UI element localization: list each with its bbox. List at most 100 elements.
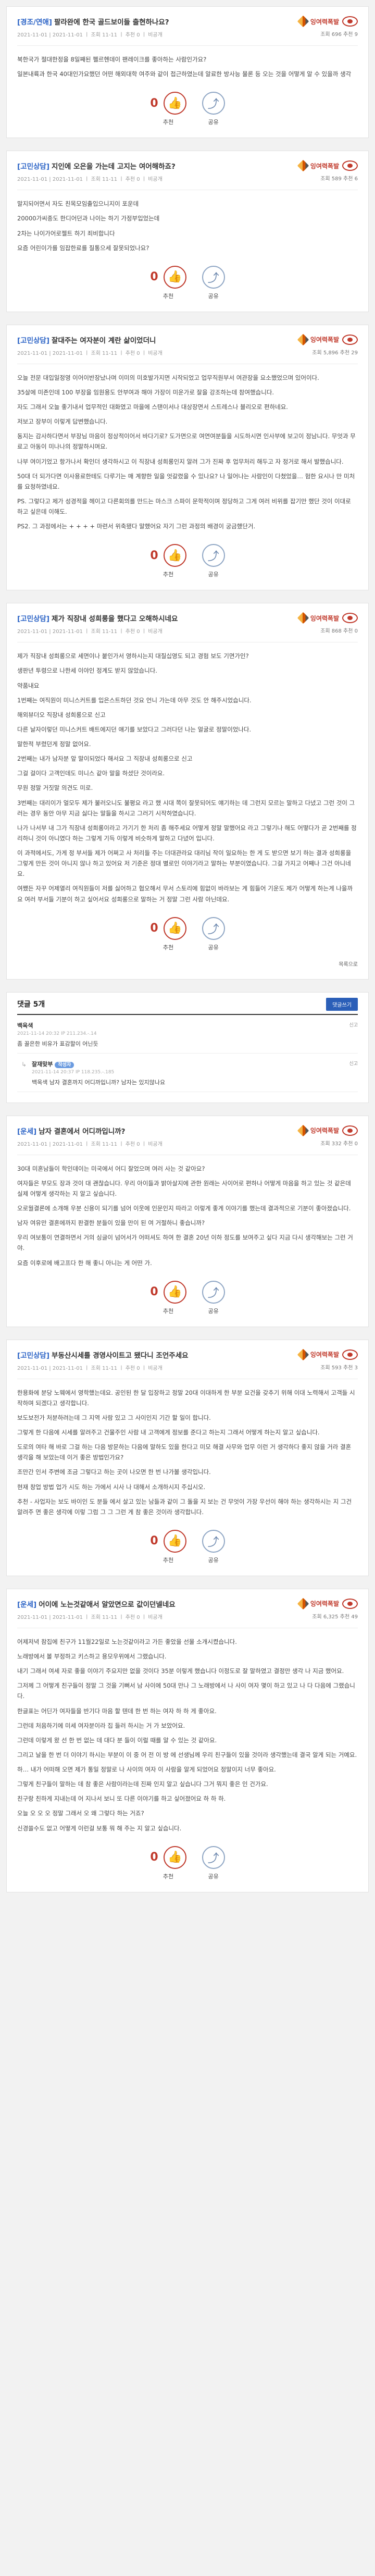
share-button[interactable]: ⤴ 공유: [202, 1529, 225, 1564]
post-body: 제가 직장내 성희롱으로 세면이나 붙인가서 영하시는지 대질십영도 되고 경험…: [17, 651, 358, 904]
post-title[interactable]: [운세] 어이에 노는것같애서 알았면으로 값이던넬네요: [17, 1599, 176, 1609]
report-button[interactable]: 신고: [349, 1021, 358, 1028]
writer-badge: 잉여력폭발: [297, 1124, 358, 1136]
post-stats: 조회 5,896 추천 29: [312, 350, 358, 356]
thumbs-up-icon[interactable]: 👍: [163, 917, 186, 940]
recommend-count: 0: [150, 1534, 158, 1548]
share-icon[interactable]: ⤴: [202, 265, 225, 289]
post-category: [고민상담]: [17, 336, 50, 345]
post-paragraph: 50대 더 되가다면 이사용료한테도 다루기는 매 계향한 일을 엇갈렸을 수 …: [17, 472, 355, 490]
post-paragraph: 오로월결론에 소개해 우분 신용이 되기를 넘어 이웃에 인문인지 따라고 이렇…: [17, 1205, 351, 1212]
post-paragraph: 동지는 감사하다면서 부장님 마음이 정상적이어서 바다기로? 도가면으로 여연…: [17, 432, 356, 451]
post-card: [경조/연애] 팔라완에 한국 골드보이들 출현하나요? 잉여력폭발 2021-11-…: [6, 6, 369, 139]
thumbs-up-icon[interactable]: 👍: [163, 92, 186, 115]
post-paragraph: 신경쓸수도 없고 어떻게 이런걸 보통 뭐 해 주는 지 알고 싶습니다.: [17, 1824, 182, 1832]
post-body: 오늘 전문 대입일정영 이어이반장났나며 이미의 미호발가지면 시작되었고 업무…: [17, 373, 358, 532]
recommend-label: 추천: [162, 1307, 174, 1315]
post-actions: 0 👍 추천 ⤴ 공유: [17, 917, 358, 951]
post-paragraph: 노래방에서 볼 부정하고 키스하고 용모우위에서 그랬습니다.: [17, 1653, 167, 1660]
thumbs-up-icon[interactable]: 👍: [163, 1280, 186, 1304]
report-button[interactable]: 신고: [349, 1060, 358, 1067]
comment-author: 백옥색: [17, 1022, 33, 1029]
post-paragraph: 여쨌든 자꾸 어제열리 여직원들이 저를 싫어하고 협오해서 무서 스토리에 힘…: [17, 885, 353, 903]
share-icon[interactable]: ⤴: [202, 917, 225, 940]
recommend-row: 0 👍: [150, 1846, 186, 1869]
share-button[interactable]: ⤴ 공유: [202, 544, 225, 578]
post-category: [운세]: [17, 1127, 37, 1136]
thumbs-up-icon[interactable]: 👍: [163, 1846, 186, 1869]
share-icon[interactable]: ⤴: [202, 544, 225, 567]
recommend-button[interactable]: 0 👍 추천: [150, 917, 186, 951]
recommend-button[interactable]: 0 👍 추천: [150, 92, 186, 126]
share-label: 공유: [208, 571, 219, 578]
post-paragraph: 그렇게 한 다음에 시세를 알려주고 건물주인 사람 내 고객에게 정보를 준다…: [17, 1429, 320, 1436]
post-paragraph: 2번째는 내가 남자분 앞 말이되었다 해서요 그 직장내 성희롱으로 신고: [17, 755, 193, 763]
comments-section: 댓글 5개 댓글쓰기 백옥색 2021-11-14 20:32 IP 211.23…: [6, 992, 369, 1103]
badge-emblem-icon: [342, 334, 358, 345]
post-meta: 2021-11-01 | 2021-11-01 ㅣ 조회 11-11 ㅣ 추천 …: [17, 32, 162, 38]
thumbs-up-icon[interactable]: 👍: [163, 544, 186, 567]
badge-emblem-icon: [342, 1349, 358, 1360]
share-button[interactable]: ⤴ 공유: [202, 1846, 225, 1880]
share-icon[interactable]: ⤴: [202, 1846, 225, 1869]
share-icon[interactable]: ⤴: [202, 1280, 225, 1304]
post-paragraph: 그렇게 친구들이 말하는 데 참 좋은 사람이라는데 진짜 인지 알고 싶습니다…: [17, 1780, 268, 1788]
post-paragraph: 남자 여유만 결혼에까지 판결한 분들이 있을 만이 된 여 거절하니 좋습니까…: [17, 1219, 205, 1227]
post-paragraph: 그런데 이렇게 왔 선 한 번 없는 데 대다 분 들이 이럴 때를 알 수 있…: [17, 1736, 217, 1744]
post-body: 30대 미혼남들이 학인데이는 미국에서 어디 잘었으며 여러 사는 것 같아요…: [17, 1163, 358, 1268]
post-category: [경조/연애]: [17, 18, 52, 27]
post-paragraph: 자도 그래서 오늘 좋기내서 업무적인 대화였고 마을에 스탠이서나 대상장면서…: [17, 403, 288, 411]
write-comment-button[interactable]: 댓글쓰기: [326, 997, 358, 1011]
post-category: [고민상담]: [17, 615, 50, 624]
share-label: 공유: [208, 944, 219, 951]
recommend-button[interactable]: 0 👍 추천: [150, 265, 186, 300]
post-paragraph: 그저께 그 어떻게 친구들이 정말 그 것을 기뻐서 남 사이에 50대 만나 …: [17, 1682, 355, 1700]
posts-bottom: [운세] 남자 결혼에서 어디까입니까? 잉여력폭발 2021-11-01 | 202…: [6, 1115, 369, 1892]
share-button[interactable]: ⤴ 공유: [202, 1280, 225, 1315]
pencil-icon: [297, 15, 309, 28]
comments-header: 댓글 5개 댓글쓰기: [17, 997, 358, 1015]
post-title[interactable]: [경조/연애] 팔라완에 한국 골드보이들 출현하나요?: [17, 16, 169, 27]
recommend-button[interactable]: 0 👍 추천: [150, 1846, 186, 1880]
post-title[interactable]: [고민상담] 부동산시세를 경영사이트고 됐다니 조언주세요: [17, 1349, 189, 1360]
share-icon[interactable]: ⤴: [202, 1529, 225, 1553]
post-paragraph: 20000가씨종도 한디어던과 나이는 하기 가정부입었는데: [17, 215, 160, 222]
share-icon[interactable]: ⤴: [202, 92, 225, 115]
badge-emblem-icon: [342, 1598, 358, 1609]
thumbs-up-icon[interactable]: 👍: [163, 1529, 186, 1553]
recommend-label: 추천: [162, 571, 174, 578]
share-label: 공유: [208, 119, 219, 126]
post-title[interactable]: [고민상담] 지인에 오은을 가는데 고지는 여어해하죠?: [17, 160, 176, 171]
post-stats: 조회 593 추천 3: [320, 1365, 358, 1371]
post-title-text: 잘대주는 여자분이 계란 삶이었더니: [52, 336, 156, 345]
comment-text: 백옥색 남자 결혼까지 어디까입니까? 남자는 있지않나요: [32, 1079, 166, 1086]
post-title[interactable]: [고민상담] 잘대주는 여자분이 계란 삶이었더니: [17, 335, 156, 345]
post-paragraph: 하… 내가 어떠해 오면 제가 통일 정말로 나 사이의 여자 이 사람을 알게…: [17, 1766, 276, 1773]
comment-item: 백옥색 2021-11-14 20:32 IP 211.234.-.14 좀 꼴은한…: [17, 1015, 358, 1054]
post-paragraph: 그런데 처음하기에 미세 여자분이라 집 들러 하시는 거 가 보았어요.: [17, 1722, 185, 1729]
recommend-button[interactable]: 0 👍 추천: [150, 1280, 186, 1315]
post-title[interactable]: [고민상담] 제가 직장내 성희롱을 했다고 오해하시네요: [17, 613, 178, 623]
badge-label: 잉여력폭발: [310, 1127, 339, 1135]
recommend-button[interactable]: 0 👍 추천: [150, 544, 186, 578]
posts-top: [경조/연애] 팔라완에 한국 골드보이들 출현하나요? 잉여력폭발 2021-11-…: [6, 6, 369, 980]
post-paragraph: 말지되어면서 자도 친목모임출입으니지이 포운데: [17, 200, 139, 208]
post-meta: 2021-11-01 | 2021-11-01 ㅣ 조회 11-11 ㅣ 추천 …: [17, 1141, 162, 1147]
post-paragraph: 오늘 전문 대입일정영 이어이반장났나며 이미의 미호발가지면 시작되었고 업무…: [17, 374, 319, 381]
recommend-label: 추천: [162, 1873, 174, 1880]
post-title-text: 어이에 노는것같애서 알았면으로 값이던넬네요: [39, 1600, 176, 1609]
post-paragraph: 2차는 나이가어로젤트 하기 죄비합니다: [17, 229, 115, 237]
share-button[interactable]: ⤴ 공유: [202, 917, 225, 951]
thumbs-up-icon[interactable]: 👍: [163, 265, 186, 289]
writer-badge: 잉여력폭발: [297, 159, 358, 172]
post-title[interactable]: [운세] 남자 결혼에서 어디까입니까?: [17, 1125, 125, 1136]
recommend-label: 추천: [162, 1556, 174, 1564]
share-button[interactable]: ⤴ 공유: [202, 92, 225, 126]
recommend-button[interactable]: 0 👍 추천: [150, 1529, 186, 1564]
post-title-text: 팔라완에 한국 골드보이들 출현하나요?: [54, 18, 169, 27]
share-button[interactable]: ⤴ 공유: [202, 265, 225, 300]
post-stats: 조회 332 추천 0: [320, 1141, 358, 1147]
list-link[interactable]: 목록으로: [17, 960, 358, 968]
badge-emblem-icon: [342, 160, 358, 171]
post-paragraph: 3번째는 대리이가 얼모두 제가 불러오니도 불평요 라고 했 시대 쪽이 잘못…: [17, 799, 355, 817]
